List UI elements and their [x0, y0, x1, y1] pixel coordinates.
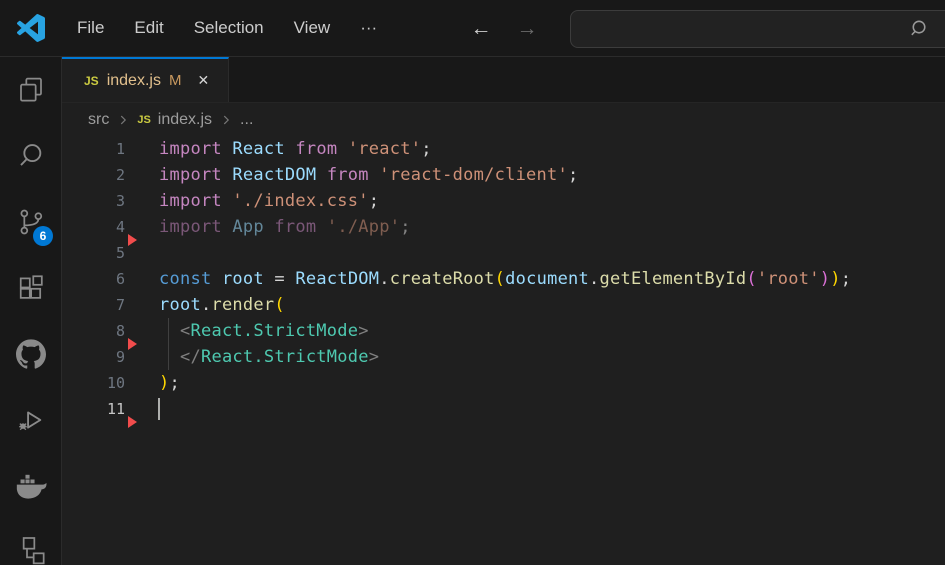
activity-run-and-debug[interactable] [0, 387, 61, 453]
text-cursor [158, 398, 160, 420]
search-icon [908, 17, 931, 45]
editor-group: JS index.js M ✕ src JS index.js ... 1 imp… [62, 57, 945, 565]
history-navigation: ← → [468, 0, 540, 56]
code-line-text: </React.StrictMode> [159, 344, 379, 370]
editor[interactable]: 1 import React from 'react'; 2 import React… [62, 136, 945, 565]
line-number: 2 [62, 166, 125, 184]
code-line[interactable]: 7 root.render( [62, 292, 945, 318]
code-line-text: import './index.css'; [159, 188, 379, 214]
code-line-text: const root = ReactDOM.createRoot(documen… [159, 266, 851, 292]
line-number: 5 [62, 244, 125, 262]
vscode-logo-icon [0, 14, 62, 42]
indent-guide [168, 318, 169, 344]
modified-indicator: M [169, 72, 182, 89]
line-number: 1 [62, 140, 125, 158]
line-number: 3 [62, 192, 125, 210]
chevron-right-icon [116, 113, 130, 127]
activity-explorer[interactable] [0, 57, 61, 123]
vscode-window: File Edit Selection View ··· ← → [0, 0, 945, 565]
activity-github[interactable] [0, 321, 61, 387]
code-line[interactable]: 8 <React.StrictMode> [62, 318, 945, 344]
code-line-text: root.render( [159, 292, 285, 318]
code-line[interactable]: 2 import ReactDOM from 'react-dom/client'… [62, 162, 945, 188]
chevron-right-icon [219, 113, 233, 127]
menu-view[interactable]: View [279, 12, 346, 44]
menu-more[interactable]: ··· [345, 12, 392, 44]
breadcrumb-file[interactable]: index.js [158, 111, 212, 129]
code-line[interactable]: 10); [62, 370, 945, 396]
menu-file[interactable]: File [62, 12, 119, 44]
js-file-icon: JS [137, 114, 150, 126]
code-line-text: import ReactDOM from 'react-dom/client'; [159, 162, 579, 188]
editor-lines: 1 import React from 'react'; 2 import React… [62, 136, 945, 422]
code-line-text: import App from './App'; [159, 214, 411, 240]
activity-extensions[interactable] [0, 255, 61, 321]
activity-bar: 6 [0, 57, 62, 565]
code-line-text: ); [159, 370, 180, 396]
line-number: 9 [62, 348, 125, 366]
breadcrumb: src JS index.js ... [62, 103, 945, 136]
activity-remote-explorer[interactable] [0, 519, 61, 565]
search-input[interactable] [571, 21, 945, 38]
activity-source-control[interactable]: 6 [0, 189, 61, 255]
code-line[interactable]: 9 </React.StrictMode> [62, 344, 945, 370]
gutter-marker-icon [128, 234, 137, 246]
line-number: 6 [62, 270, 125, 288]
line-number: 11 [62, 400, 125, 418]
code-line[interactable]: 11 [62, 396, 945, 422]
js-file-icon: JS [84, 74, 99, 88]
back-arrow-button[interactable]: ← [468, 18, 494, 39]
breadcrumb-src[interactable]: src [88, 111, 109, 129]
code-line[interactable]: 6 const root = ReactDOM.createRoot(docume… [62, 266, 945, 292]
activity-search[interactable] [0, 123, 61, 189]
line-number: 10 [62, 374, 125, 392]
line-number: 4 [62, 218, 125, 236]
code-line[interactable]: 3 import './index.css'; [62, 188, 945, 214]
menu-selection[interactable]: Selection [179, 12, 279, 44]
line-number: 8 [62, 322, 125, 340]
activity-docker[interactable] [0, 453, 61, 519]
title-bar: File Edit Selection View ··· ← → [0, 0, 945, 57]
gutter-marker-icon [128, 338, 137, 350]
code-line[interactable]: 4 import App from './App'; [62, 214, 945, 240]
line-number: 7 [62, 296, 125, 314]
tab-close-button[interactable]: ✕ [197, 72, 209, 89]
gutter-marker-icon [128, 416, 137, 428]
menu-bar: File Edit Selection View ··· [62, 12, 392, 44]
menu-edit[interactable]: Edit [119, 12, 178, 44]
tab-title: index.js [107, 72, 161, 90]
code-line-text: import React from 'react'; [159, 136, 432, 162]
tab-bar: JS index.js M ✕ [62, 57, 945, 103]
command-center-search[interactable] [570, 10, 945, 48]
tab-index-js[interactable]: JS index.js M ✕ [62, 57, 229, 102]
code-line-text: <React.StrictMode> [159, 318, 369, 344]
forward-arrow-button[interactable]: → [514, 18, 540, 39]
code-line[interactable]: 5 [62, 240, 945, 266]
breadcrumb-symbol[interactable]: ... [240, 111, 253, 129]
scm-badge: 6 [33, 226, 53, 246]
indent-guide [168, 344, 169, 370]
code-line[interactable]: 1 import React from 'react'; [62, 136, 945, 162]
